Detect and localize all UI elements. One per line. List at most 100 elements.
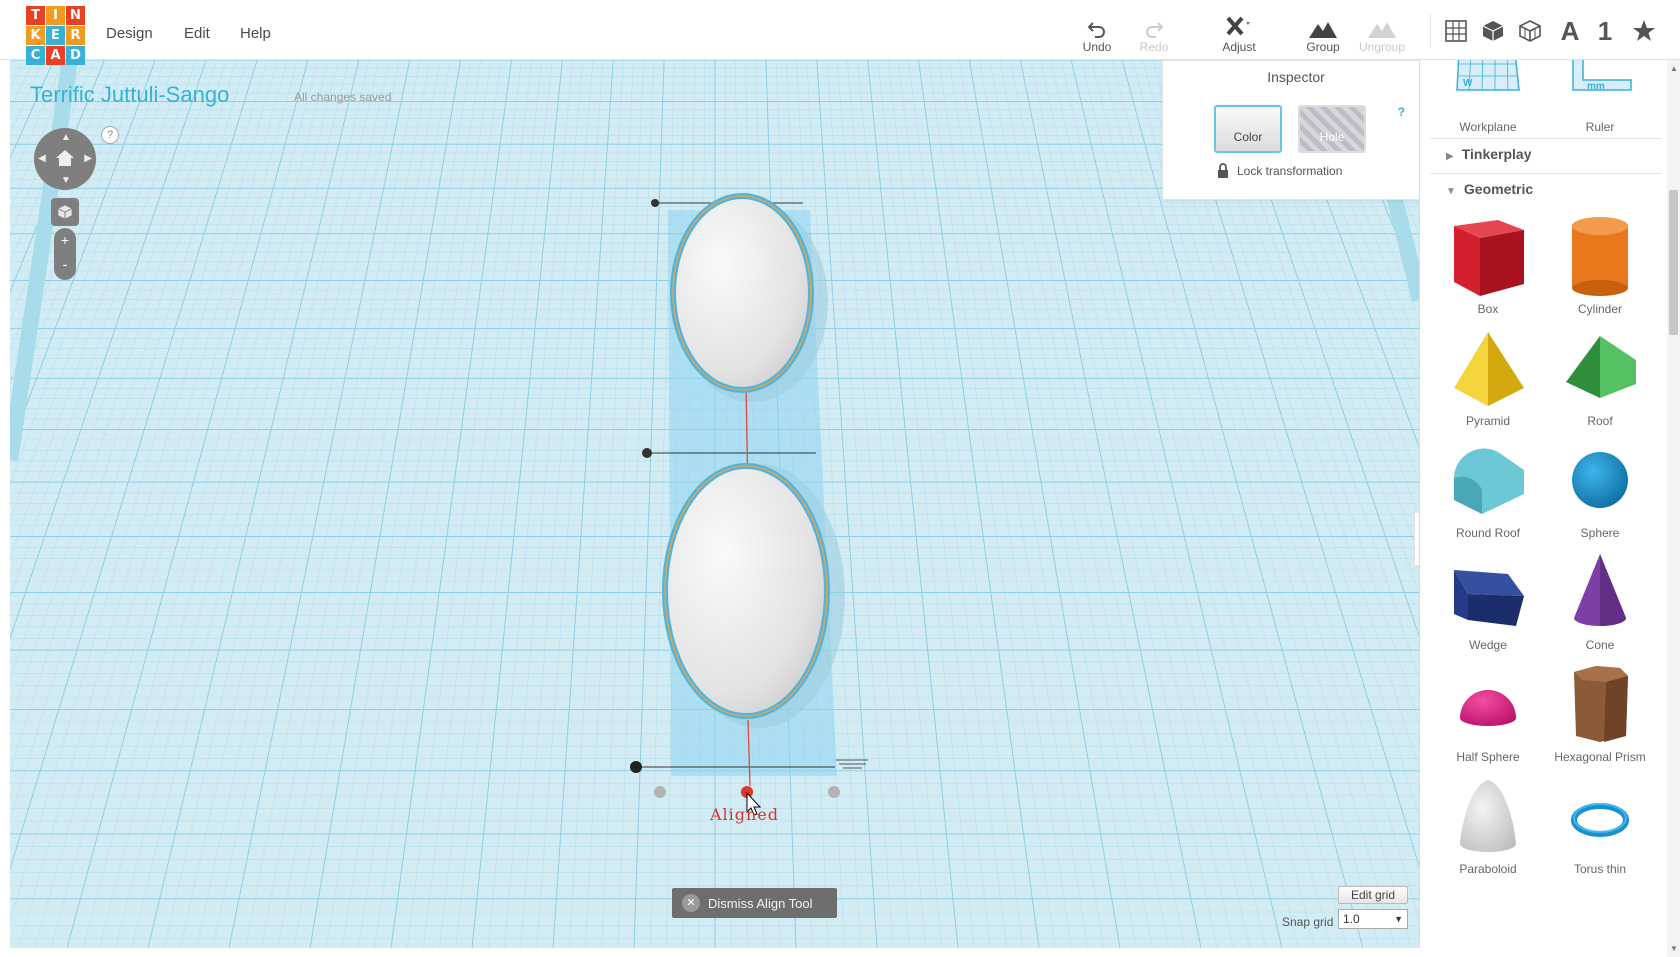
scrollbar-thumb[interactable] — [1669, 190, 1678, 335]
workplane-viewport[interactable]: Terrific Juttuli-Sango All changes saved… — [10, 60, 1420, 948]
ungroup-icon — [1368, 22, 1396, 38]
half-sphere-icon — [1460, 690, 1516, 726]
shape-cone[interactable]: Cone — [1544, 546, 1656, 658]
wireframe-view-button[interactable] — [1513, 14, 1547, 48]
shape-hexagonal-prism[interactable]: Hexagonal Prism — [1544, 658, 1656, 770]
align-handle-top[interactable] — [651, 199, 659, 207]
ungroup-button[interactable]: Ungroup — [1352, 12, 1412, 54]
shape-box[interactable]: Box — [1432, 210, 1544, 322]
grid-view-button[interactable] — [1439, 14, 1473, 48]
redo-label: Redo — [1139, 40, 1169, 54]
undo-button[interactable]: Undo — [1067, 12, 1127, 54]
view-cube-button[interactable] — [51, 198, 79, 226]
align-dot-left[interactable] — [654, 786, 666, 798]
shape-roof[interactable]: Roof — [1544, 322, 1656, 434]
home-icon[interactable] — [55, 149, 75, 167]
menu-help[interactable]: Help — [240, 25, 271, 42]
shape-label: Round Roof — [1455, 526, 1521, 540]
panel-scrollbar[interactable]: ▲ ▼ — [1667, 60, 1680, 957]
inspector-panel: Inspector Color Hole ? Lock transformati… — [1162, 60, 1419, 200]
workplane-item[interactable]: W Workplane — [1432, 60, 1544, 134]
favorites-button[interactable] — [1627, 14, 1661, 48]
shape-wedge[interactable]: Wedge — [1432, 546, 1544, 658]
redo-icon — [1146, 22, 1164, 38]
align-handle-bottom[interactable] — [630, 761, 642, 773]
cube-solid-icon — [1482, 21, 1504, 41]
panel-divider — [1430, 138, 1662, 139]
shape-label: Cylinder — [1577, 302, 1622, 316]
wedge-icon — [1454, 570, 1524, 626]
section-geometric[interactable]: ▼ Geometric — [1430, 175, 1662, 203]
shape-label: Box — [1477, 302, 1499, 316]
inspector-help-link[interactable]: ? — [1398, 105, 1405, 119]
inspector-title: Inspector — [1267, 69, 1325, 85]
text-tool-button[interactable]: A — [1553, 14, 1587, 48]
pan-down-icon[interactable]: ▼ — [61, 175, 71, 186]
menu-design[interactable]: Design — [106, 25, 153, 42]
color-label: Color — [1233, 130, 1263, 144]
save-status: All changes saved — [294, 90, 392, 104]
roof-icon — [1566, 336, 1636, 398]
undo-label: Undo — [1082, 40, 1112, 54]
lock-transformation-toggle[interactable]: Lock transformation — [1217, 163, 1342, 178]
zoom-out-button[interactable]: - — [54, 252, 76, 276]
chevron-down-icon: ▼ — [1394, 914, 1403, 924]
snap-grid-value: 1.0 — [1343, 912, 1360, 926]
hole-button[interactable]: Hole — [1298, 105, 1366, 153]
view-navigation-control[interactable]: ▲ ▼ ◀ ▶ — [34, 128, 96, 190]
undo-icon — [1087, 22, 1105, 38]
project-title[interactable]: Terrific Juttuli-Sango — [30, 82, 229, 108]
pan-left-icon[interactable]: ◀ — [38, 153, 46, 164]
logo-letter: I — [46, 6, 65, 25]
tinkercad-logo[interactable]: TIN KER CAD — [26, 6, 86, 66]
ruler-item[interactable]: mm Ruler — [1544, 60, 1656, 134]
group-button[interactable]: Group — [1293, 12, 1353, 54]
snap-grid-label: Snap grid — [1282, 915, 1334, 929]
shape-round-roof[interactable]: Round Roof — [1432, 434, 1544, 546]
panel-divider — [1430, 173, 1662, 174]
lock-icon — [1218, 163, 1228, 178]
shape-half-sphere[interactable]: Half Sphere — [1432, 658, 1544, 770]
logo-letter: N — [66, 6, 85, 25]
star-icon — [1633, 20, 1655, 41]
redo-button[interactable]: Redo — [1124, 12, 1184, 54]
logo-letter: E — [46, 26, 65, 45]
align-handle-middle[interactable] — [642, 448, 652, 458]
shape-sphere[interactable]: Sphere — [1544, 434, 1656, 546]
pan-right-icon[interactable]: ▶ — [84, 153, 92, 164]
adjust-button[interactable]: Adjust — [1209, 12, 1269, 54]
solid-view-button[interactable] — [1476, 14, 1510, 48]
snap-grid-select[interactable]: 1.0 ▼ — [1338, 909, 1408, 929]
scroll-down-icon[interactable]: ▼ — [1670, 944, 1678, 953]
section-geometric-label: Geometric — [1463, 181, 1534, 197]
shape-cylinder[interactable]: Cylinder — [1544, 210, 1656, 322]
shape-torus-thin[interactable]: Torus thin — [1544, 770, 1656, 882]
zoom-in-button[interactable]: + — [54, 228, 76, 252]
section-tinkerplay-label: Tinkerplay — [1461, 146, 1532, 162]
cube-wireframe-icon — [1519, 20, 1541, 42]
shape-pyramid[interactable]: Pyramid — [1432, 322, 1544, 434]
top-bar: TINKERCAD Design Edit Help Undo Redo Adj… — [0, 0, 1680, 65]
shape-label: Cone — [1585, 638, 1615, 652]
sphere-icon — [1572, 452, 1628, 508]
chevron-right-icon: ▶ — [1446, 151, 1454, 162]
scroll-up-icon[interactable]: ▲ — [1670, 64, 1678, 73]
logo-letter: K — [26, 26, 45, 45]
cube-icon — [58, 205, 72, 219]
collapse-panel-button[interactable]: › — [1414, 512, 1419, 566]
navigation-help-button[interactable]: ? — [101, 126, 119, 144]
dismiss-align-tool-button[interactable]: ✕ Dismiss Align Tool — [672, 888, 837, 918]
color-button[interactable]: Color — [1214, 105, 1282, 153]
shape-paraboloid[interactable]: Paraboloid — [1432, 770, 1544, 882]
chevron-down-icon: ▼ — [1446, 186, 1456, 197]
workplane-icon: W — [1456, 60, 1520, 91]
number-tool-button[interactable]: 1 — [1588, 14, 1622, 48]
section-tinkerplay[interactable]: ▶ Tinkerplay — [1430, 140, 1662, 168]
hexagonal-prism-icon — [1574, 666, 1628, 742]
menu-edit[interactable]: Edit — [184, 25, 210, 42]
align-dot-right[interactable] — [828, 786, 840, 798]
ellipse-bottom-object[interactable] — [662, 463, 830, 719]
svg-text:W: W — [1463, 78, 1473, 89]
edit-grid-button[interactable]: Edit grid — [1338, 886, 1408, 904]
pan-up-icon[interactable]: ▲ — [61, 132, 71, 143]
